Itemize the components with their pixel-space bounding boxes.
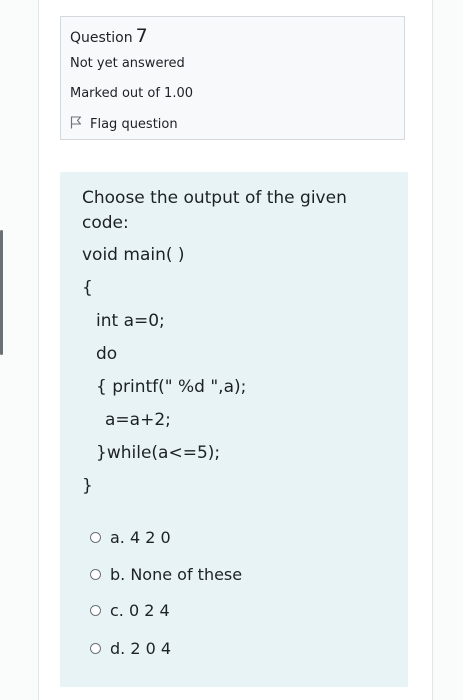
code-line: do [96,344,118,364]
right-drawer-edge [432,0,463,700]
answer-option-b[interactable]: b. None of these [90,565,242,584]
code-line: } [82,476,93,496]
code-line: }while(a<=5); [96,443,221,463]
question-formulation: Choose the output of the given code: voi… [60,172,408,687]
code-line: { [82,278,93,298]
answer-option-label: c. 0 2 4 [110,601,170,620]
question-number: 7 [135,25,148,47]
radio-button[interactable] [90,643,101,654]
answer-option-c[interactable]: c. 0 2 4 [90,601,170,620]
code-line: { printf(" %d ",a); [96,377,247,397]
radio-button[interactable] [90,605,101,616]
radio-button[interactable] [90,569,101,580]
answer-option-d[interactable]: d. 2 0 4 [90,639,171,658]
code-line: a=a+2; [105,410,171,430]
question-status: Not yet answered [70,56,185,71]
question-heading: Question 7 [70,25,148,47]
flag-question-button[interactable]: Flag question [70,116,178,133]
question-info-panel: Question 7 Not yet answered Marked out of… [60,16,405,140]
answer-option-label: d. 2 0 4 [110,639,172,658]
question-marks: Marked out of 1.00 [70,86,194,101]
question-label: Question [70,30,133,46]
prompt-line-2: code: [82,213,129,233]
drawer-scroll-handle[interactable] [0,230,3,355]
answer-option-a[interactable]: a. 4 2 0 [90,528,171,547]
code-line: void main( ) [82,245,185,265]
left-drawer-edge [0,0,39,700]
radio-button[interactable] [90,532,101,543]
prompt-line-1: Choose the output of the given [82,188,347,208]
answer-option-label: a. 4 2 0 [110,528,171,547]
code-line: int a=0; [96,311,165,331]
answer-option-label: b. None of these [110,565,243,584]
flag-question-label: Flag question [90,117,178,132]
flag-icon [70,116,82,133]
